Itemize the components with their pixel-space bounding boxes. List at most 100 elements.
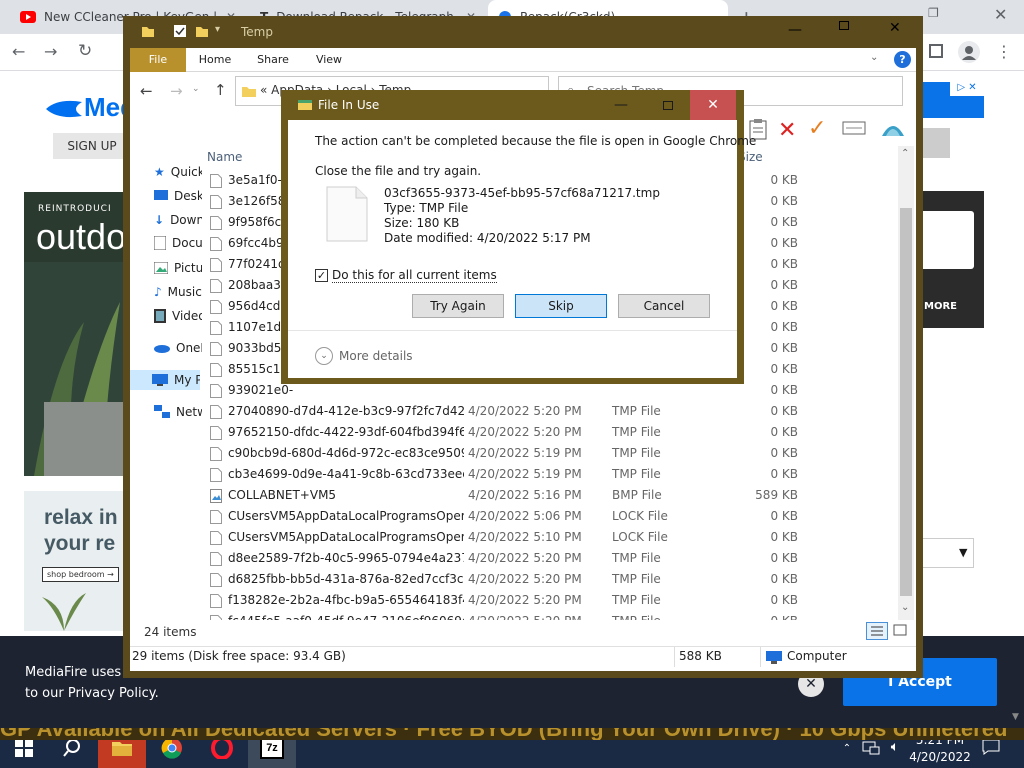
rename-icon[interactable] bbox=[842, 121, 866, 135]
scroll-down-icon[interactable]: ▼ bbox=[1012, 712, 1019, 722]
nav-downloads[interactable]: ↓ Downloads bbox=[154, 210, 202, 230]
star-icon: ★ bbox=[154, 165, 165, 179]
signup-button[interactable]: SIGN UP bbox=[53, 133, 131, 159]
file-name: CUsersVM5AppDataLocalProgramsOpera... bbox=[228, 530, 464, 544]
nav-label: OneDrive bbox=[176, 341, 202, 355]
menu-icon[interactable]: ⋮ bbox=[996, 42, 1012, 61]
nav-this-pc[interactable]: My PC bbox=[130, 370, 200, 390]
more-details-link[interactable]: More details bbox=[339, 349, 413, 363]
apply-all-checkbox[interactable]: ✓ bbox=[315, 269, 328, 282]
shell-icon[interactable] bbox=[880, 116, 906, 140]
vertical-scrollbar[interactable]: ⌃ ⌄ bbox=[898, 146, 914, 620]
file-row[interactable]: CUsersVM5AppDataLocalProgramsOpera... 4/2… bbox=[202, 527, 898, 548]
tab-share[interactable]: Share bbox=[250, 48, 296, 72]
nav-videos[interactable]: Videos bbox=[154, 306, 202, 326]
ribbon-tabs: File Home Share View ⌄ ? bbox=[130, 48, 916, 72]
close-icon[interactable]: ✕ bbox=[889, 20, 901, 36]
volume-icon[interactable]: 🔈︎ bbox=[886, 739, 904, 768]
file-row[interactable]: f138282e-2b2a-4fbc-b9a5-655464183f4e.t..… bbox=[202, 590, 898, 611]
nav-desktop[interactable]: Desktop bbox=[154, 186, 202, 206]
expand-ribbon-icon[interactable]: ⌄ bbox=[870, 52, 878, 63]
maximize-icon[interactable] bbox=[839, 21, 849, 30]
forward-icon[interactable]: → bbox=[44, 42, 57, 61]
file-type: LOCK File bbox=[612, 509, 668, 523]
cancel-button[interactable]: Cancel bbox=[618, 294, 710, 318]
nav-quick-access[interactable]: ★ Quick access bbox=[154, 162, 202, 182]
nav-pictures[interactable]: Pictures bbox=[154, 258, 202, 278]
back-icon[interactable]: ← bbox=[12, 42, 25, 61]
properties-icon[interactable] bbox=[173, 24, 187, 38]
dialog-maximize-icon[interactable] bbox=[645, 90, 691, 120]
navigation-pane: ★ Quick access Desktop ↓ Downloads Documen… bbox=[130, 112, 202, 646]
nav-documents[interactable]: Documents bbox=[154, 233, 202, 253]
check-icon[interactable]: ✓ bbox=[808, 116, 826, 141]
apply-all-label[interactable]: Do this for all current items bbox=[332, 268, 497, 283]
skip-button[interactable]: Skip bbox=[515, 294, 607, 318]
adchoices-icon[interactable]: ▷ ✕ bbox=[950, 82, 984, 96]
tab-view[interactable]: View bbox=[306, 48, 352, 72]
profile-icon[interactable] bbox=[958, 41, 980, 63]
file-date: 4/20/2022 5:16 PM bbox=[468, 488, 582, 502]
side-panel-icon[interactable] bbox=[929, 44, 943, 58]
file-date: 4/20/2022 5:20 PM bbox=[468, 572, 582, 586]
file-row[interactable]: d6825fbb-bb5d-431a-876a-82ed7ccf3cc2... 4… bbox=[202, 569, 898, 590]
network-tray-icon[interactable] bbox=[862, 740, 882, 768]
explorer-titlebar[interactable]: ▾ Temp — ✕ bbox=[123, 16, 923, 48]
scroll-thumb[interactable] bbox=[900, 208, 912, 596]
new-folder-icon[interactable] bbox=[195, 24, 209, 38]
maximize-icon[interactable]: ❐ bbox=[928, 6, 939, 20]
nav-label: Pictures bbox=[174, 261, 202, 275]
nav-onedrive[interactable]: OneDrive bbox=[154, 338, 202, 358]
forward-icon[interactable]: → bbox=[170, 82, 183, 100]
file-row[interactable]: d8ee2589-7f2b-40c5-9965-0794e4a2375b... 4… bbox=[202, 548, 898, 569]
nav-network[interactable]: Network bbox=[154, 402, 202, 422]
outdoor-promo[interactable]: REINTRODUCI outdo bbox=[24, 192, 124, 476]
quick-access-dropdown-icon[interactable]: ▾ bbox=[215, 24, 220, 35]
flame-icon bbox=[44, 98, 84, 120]
file-row[interactable]: c90bcb9d-680d-4d6d-972c-ec83ce95098... 4/… bbox=[202, 443, 898, 464]
file-row[interactable]: CUsersVM5AppDataLocalProgramsOpera... 4/2… bbox=[202, 506, 898, 527]
back-icon[interactable]: ← bbox=[140, 82, 153, 100]
minimize-icon[interactable]: — bbox=[788, 22, 802, 38]
chevron-down-icon[interactable]: ⌄ bbox=[315, 347, 333, 365]
large-icons-view-icon[interactable] bbox=[890, 622, 912, 640]
file-row[interactable]: 27040890-d7d4-412e-b3c9-97f2fc7d4204... 4… bbox=[202, 401, 898, 422]
dropdown[interactable]: ▼ bbox=[920, 538, 974, 568]
close-window-icon[interactable]: ✕ bbox=[994, 5, 1007, 24]
file-size: 0 KB bbox=[770, 173, 798, 187]
file-size: 0 KB bbox=[770, 257, 798, 271]
bedroom-promo[interactable]: relax in your re shop bedroom → bbox=[24, 491, 124, 631]
up-icon[interactable]: ↑ bbox=[214, 81, 227, 99]
dialog-title: File In Use bbox=[318, 98, 380, 112]
dialog-close-icon[interactable]: ✕ bbox=[690, 90, 736, 120]
file-date: 4/20/2022 5:10 PM bbox=[468, 530, 582, 544]
shop-bedroom-link[interactable]: shop bedroom → bbox=[42, 567, 119, 582]
delete-icon[interactable]: ✕ bbox=[778, 118, 796, 143]
tab-home[interactable]: Home bbox=[192, 48, 238, 72]
column-name[interactable]: Name bbox=[207, 150, 242, 164]
file-icon bbox=[210, 468, 222, 482]
nav-label: Documents bbox=[172, 236, 202, 250]
file-row[interactable]: 97652150-dfdc-4422-93df-604fbd394f6e.t..… bbox=[202, 422, 898, 443]
computer-icon bbox=[766, 651, 782, 664]
details-view-icon[interactable] bbox=[866, 622, 888, 640]
file-icon bbox=[210, 405, 222, 419]
nav-label: My PC bbox=[174, 373, 200, 387]
show-hidden-icons[interactable]: ⌃ bbox=[840, 740, 854, 768]
notifications-icon[interactable] bbox=[982, 739, 1002, 768]
try-again-button[interactable]: Try Again bbox=[412, 294, 504, 318]
file-row[interactable]: fc445fe5-aaf0-45df-9e47-2106ef96069e.t..… bbox=[202, 611, 898, 620]
file-name: f138282e-2b2a-4fbc-b9a5-655464183f4e.t..… bbox=[228, 593, 464, 607]
card-more[interactable]: MORE bbox=[924, 301, 957, 312]
file-icon bbox=[210, 321, 222, 335]
scroll-up-icon[interactable]: ⌃ bbox=[901, 148, 909, 159]
recent-dropdown-icon[interactable]: ⌄ bbox=[192, 84, 200, 94]
help-icon[interactable]: ? bbox=[894, 51, 911, 68]
scroll-down-icon[interactable]: ⌄ bbox=[901, 602, 909, 613]
nav-music[interactable]: ♪ Music bbox=[154, 282, 202, 302]
file-row[interactable]: COLLABNET+VM5 4/20/2022 5:16 PM BMP File 58… bbox=[202, 485, 898, 506]
dialog-minimize-icon[interactable]: — bbox=[598, 90, 644, 120]
reload-icon[interactable]: ↻ bbox=[78, 41, 92, 61]
file-row[interactable]: cb3e4699-0d9e-4a41-9c8b-63cd733eec3c... 4… bbox=[202, 464, 898, 485]
tab-file[interactable]: File bbox=[130, 48, 186, 72]
